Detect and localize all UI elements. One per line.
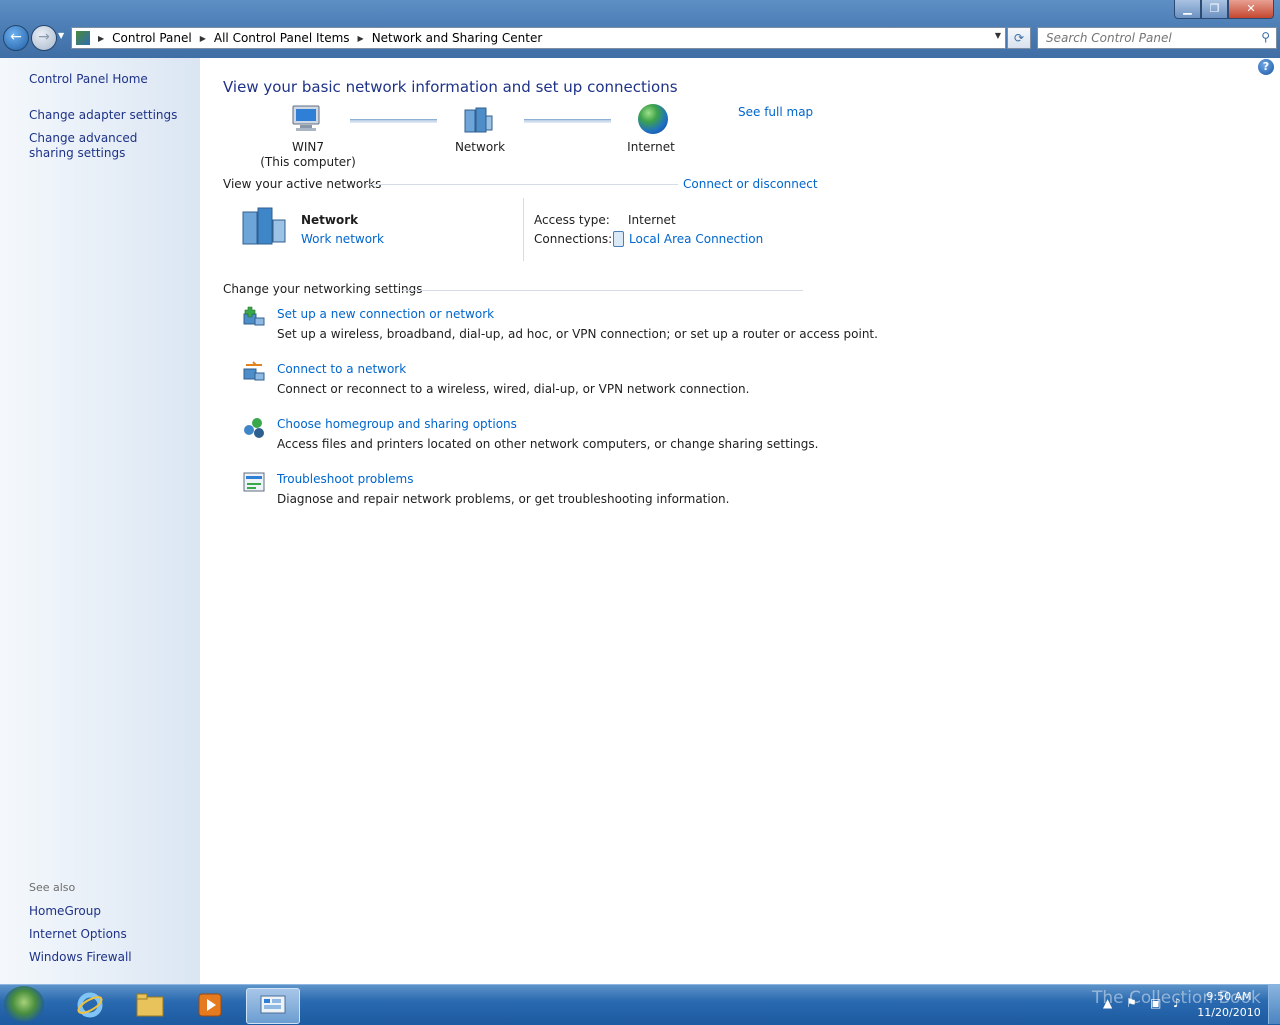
show-hidden-icons[interactable]: ▲ bbox=[1103, 996, 1112, 1010]
action-center-flag-icon[interactable]: ⚑ bbox=[1126, 996, 1137, 1010]
section-divider bbox=[366, 184, 678, 185]
search-icon[interactable]: ⚲ bbox=[1261, 30, 1270, 44]
breadcrumb-all-items[interactable]: All Control Panel Items bbox=[214, 31, 350, 45]
internet-explorer-icon[interactable] bbox=[64, 988, 116, 1022]
windows-firewall-link[interactable]: Windows Firewall bbox=[29, 950, 132, 964]
search-box[interactable]: ⚲ bbox=[1037, 27, 1277, 49]
see-also-heading: See also bbox=[29, 881, 76, 894]
map-link-line bbox=[350, 119, 437, 123]
setup-connection-desc: Set up a wireless, broadband, dial-up, a… bbox=[277, 327, 878, 341]
globe-icon[interactable] bbox=[638, 104, 668, 134]
network-node-label: Network bbox=[454, 140, 506, 154]
ethernet-icon bbox=[613, 231, 624, 247]
homegroup-sharing-link[interactable]: Choose homegroup and sharing options bbox=[277, 417, 517, 431]
access-type-label: Access type: bbox=[534, 213, 610, 227]
connections-label: Connections: bbox=[534, 232, 613, 246]
minimize-button[interactable]: ▁ bbox=[1174, 0, 1201, 19]
troubleshoot-desc: Diagnose and repair network problems, or… bbox=[277, 492, 730, 506]
active-network-name: Network bbox=[301, 213, 359, 227]
troubleshoot-link[interactable]: Troubleshoot problems bbox=[277, 472, 413, 486]
connect-to-network-desc: Connect or reconnect to a wireless, wire… bbox=[277, 382, 750, 396]
see-full-map-link[interactable]: See full map bbox=[738, 105, 813, 119]
network-tray-icon[interactable]: ▣ bbox=[1150, 996, 1161, 1010]
connect-network-icon bbox=[242, 360, 266, 384]
breadcrumb-arrow-icon[interactable]: ▶ bbox=[98, 34, 104, 43]
recent-pages-dropdown[interactable]: ▼ bbox=[58, 31, 64, 40]
computer-name: WIN7 bbox=[291, 140, 324, 154]
windows-explorer-icon[interactable] bbox=[124, 988, 176, 1022]
help-icon[interactable]: ? bbox=[1258, 59, 1274, 75]
section-divider bbox=[402, 290, 803, 291]
search-input[interactable] bbox=[1044, 28, 1248, 48]
troubleshoot-icon bbox=[242, 471, 266, 495]
left-nav-pane bbox=[0, 58, 200, 984]
computer-icon[interactable] bbox=[290, 105, 322, 133]
network-icon[interactable] bbox=[462, 106, 494, 134]
back-button[interactable]: ← bbox=[3, 25, 29, 51]
address-bar[interactable]: ▶ Control Panel ▶ All Control Panel Item… bbox=[71, 27, 1006, 49]
access-type-value: Internet bbox=[628, 213, 676, 227]
internet-options-link[interactable]: Internet Options bbox=[29, 927, 127, 941]
close-button[interactable]: ✕ bbox=[1228, 0, 1274, 19]
clock-time: 9:50 AM bbox=[1206, 990, 1252, 1003]
control-panel-icon bbox=[76, 31, 90, 45]
computer-node: WIN7 (This computer) bbox=[255, 140, 361, 170]
network-type-link[interactable]: Work network bbox=[301, 232, 384, 246]
window-controls: ▁ ❐ ✕ bbox=[1174, 0, 1274, 19]
start-button[interactable] bbox=[4, 986, 44, 1022]
media-player-icon[interactable] bbox=[184, 988, 236, 1022]
change-advanced-sharing-link[interactable]: Change advanced sharing settings bbox=[29, 131, 179, 161]
breadcrumb-arrow-icon[interactable]: ▶ bbox=[200, 34, 206, 43]
breadcrumb-network-sharing[interactable]: Network and Sharing Center bbox=[372, 31, 543, 45]
breadcrumb-control-panel[interactable]: Control Panel bbox=[112, 31, 192, 45]
computer-subtitle: (This computer) bbox=[260, 155, 356, 169]
control-panel-home-link[interactable]: Control Panel Home bbox=[29, 72, 148, 86]
breadcrumb-arrow-icon[interactable]: ▶ bbox=[358, 34, 364, 43]
local-area-connection-link[interactable]: Local Area Connection bbox=[629, 232, 763, 246]
show-desktop-button[interactable] bbox=[1268, 984, 1280, 1024]
address-dropdown-icon[interactable]: ▼ bbox=[995, 31, 1001, 40]
vertical-divider bbox=[523, 198, 524, 261]
maximize-button[interactable]: ❐ bbox=[1201, 0, 1228, 19]
control-panel-taskbar-button[interactable] bbox=[246, 988, 300, 1024]
network-setup-icon bbox=[242, 305, 266, 329]
connect-or-disconnect-link[interactable]: Connect or disconnect bbox=[683, 177, 818, 191]
homegroup-link[interactable]: HomeGroup bbox=[29, 904, 101, 918]
homegroup-icon bbox=[242, 416, 266, 440]
forward-button[interactable]: → bbox=[31, 25, 57, 51]
page-title: View your basic network information and … bbox=[223, 78, 678, 96]
settings-heading: Change your networking settings bbox=[223, 282, 423, 296]
work-network-icon[interactable] bbox=[241, 206, 289, 246]
volume-icon[interactable]: ♪ bbox=[1173, 996, 1181, 1010]
internet-node-label: Internet bbox=[627, 140, 675, 154]
setup-connection-link[interactable]: Set up a new connection or network bbox=[277, 307, 494, 321]
connect-to-network-link[interactable]: Connect to a network bbox=[277, 362, 406, 376]
clock[interactable]: 9:50 AM 11/20/2010 bbox=[1196, 989, 1262, 1021]
active-networks-heading: View your active networks bbox=[223, 177, 382, 191]
refresh-button[interactable]: ⟳ bbox=[1007, 27, 1031, 49]
change-adapter-settings-link[interactable]: Change adapter settings bbox=[29, 108, 177, 122]
homegroup-sharing-desc: Access files and printers located on oth… bbox=[277, 437, 819, 451]
map-link-line bbox=[524, 119, 611, 123]
clock-date: 11/20/2010 bbox=[1197, 1006, 1261, 1019]
